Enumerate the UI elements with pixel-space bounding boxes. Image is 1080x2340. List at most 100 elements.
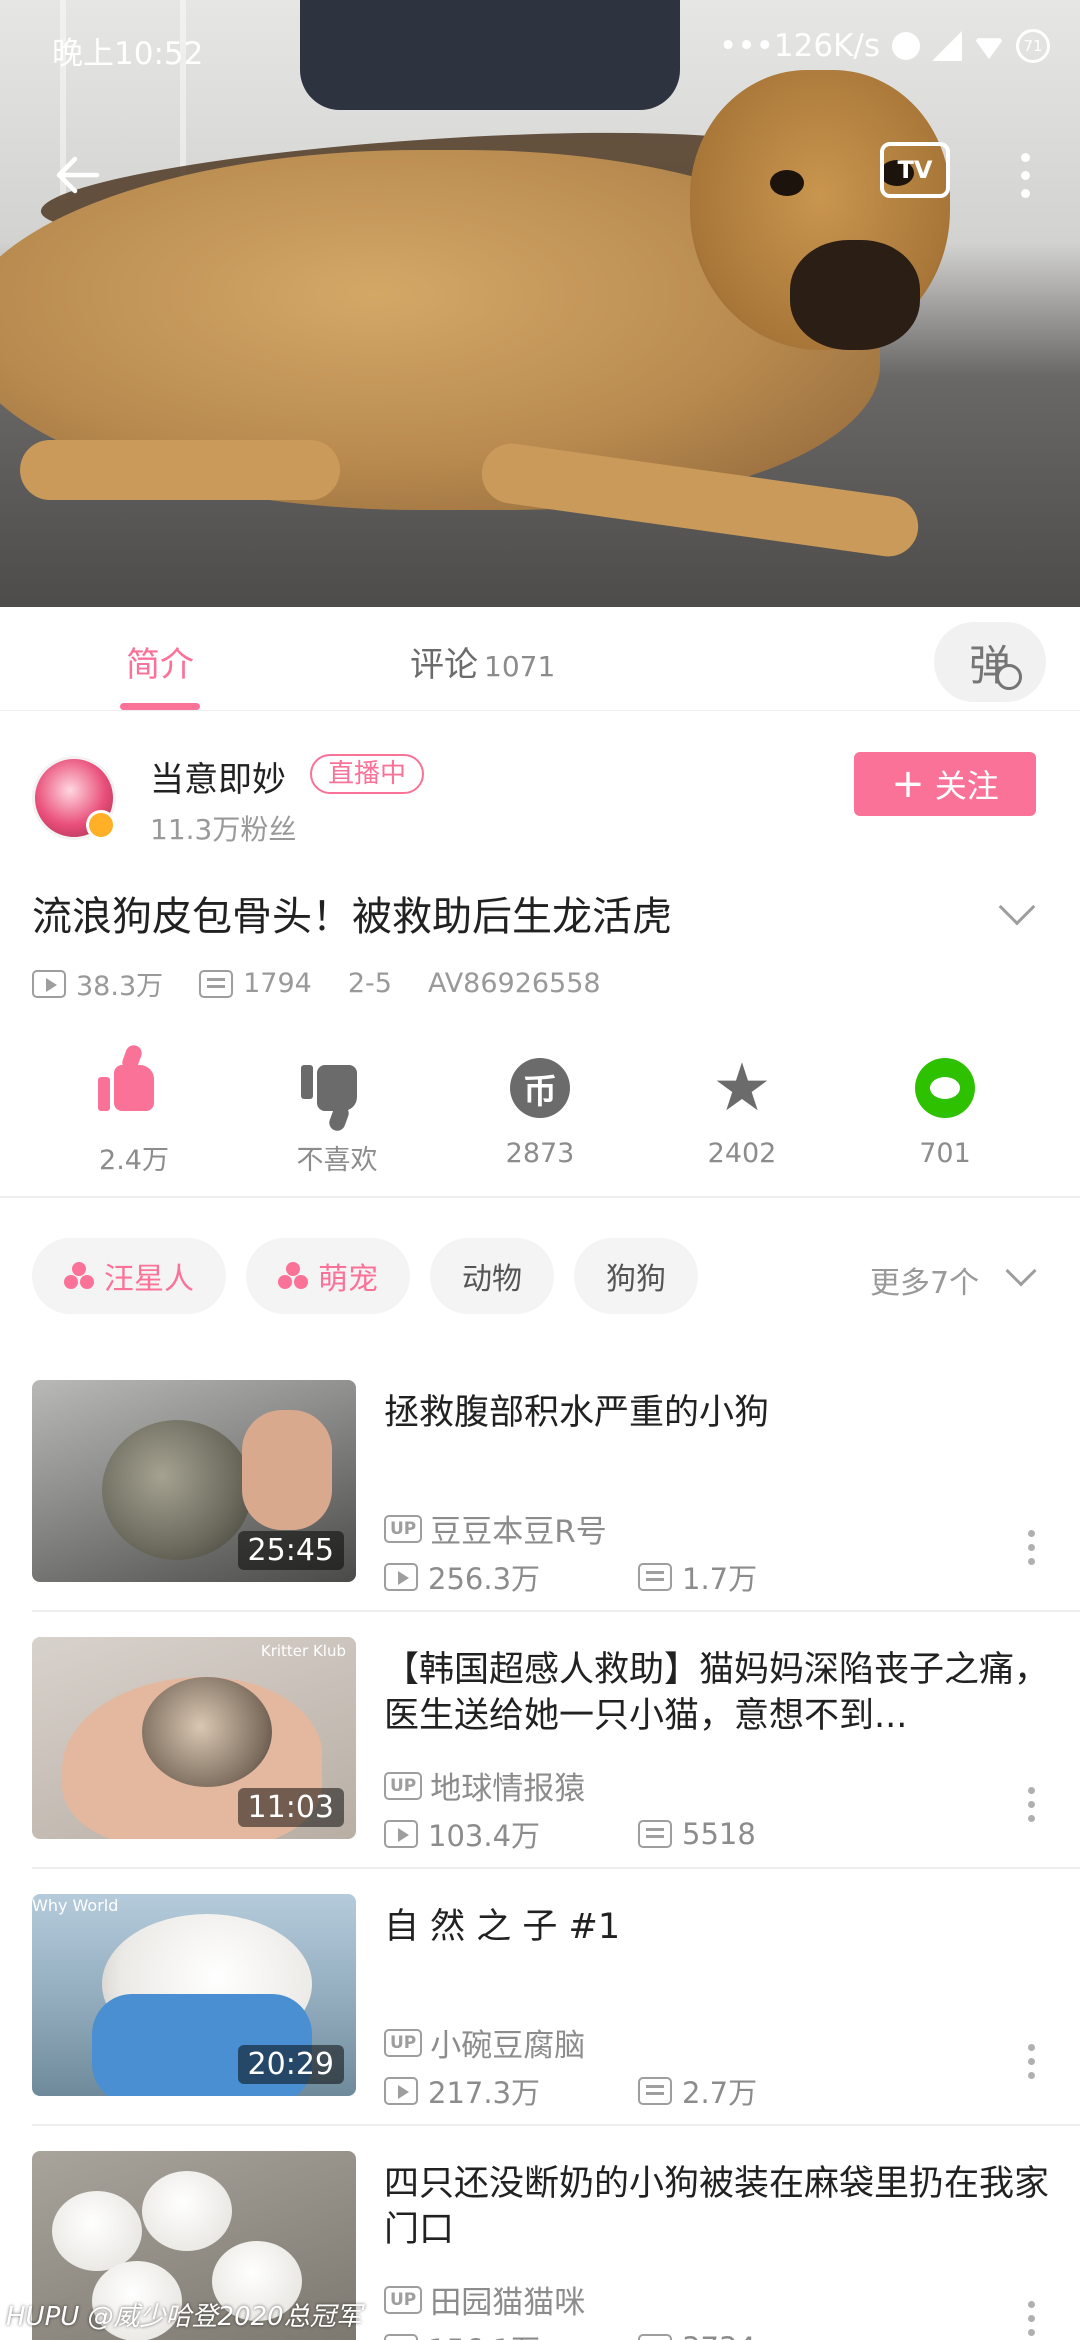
cast-to-tv-button[interactable]: TV <box>880 142 950 198</box>
favorite-count: 2402 <box>707 1138 777 1169</box>
play-count-icon <box>384 1820 418 1848</box>
related-uploader[interactable]: UP 小碗豆腐脑 <box>384 2020 585 2065</box>
tag-chip[interactable]: 汪星人 <box>32 1238 226 1314</box>
video-thumbnail[interactable]: Kritter Klub 11:03 <box>32 1637 356 1839</box>
related-danmaku: 3734 <box>638 2331 756 2340</box>
danmaku-count-icon <box>638 2077 672 2105</box>
related-title[interactable]: 四只还没断奶的小狗被装在麻袋里扔在我家门口 <box>384 2161 1054 2253</box>
related-video-item[interactable]: Why World 20:29 自 然 之 子 #1 UP 小碗豆腐脑 217.3… <box>0 1894 1080 2150</box>
video-duration: 25:45 <box>237 1531 344 1570</box>
tag-label: 动物 <box>462 1262 522 1297</box>
share-button[interactable]: 701 <box>870 1050 1020 1169</box>
fans-icon <box>278 1262 308 1290</box>
video-stats: 38.3万 1794 2-5 AV86926558 <box>32 964 637 1003</box>
coin-button[interactable]: 币 2873 <box>465 1050 615 1169</box>
video-thumbnail[interactable]: 25:45 <box>32 1380 356 1582</box>
related-title[interactable]: 自 然 之 子 #1 <box>384 1904 1054 1950</box>
tag-chip[interactable]: 动物 <box>430 1238 554 1314</box>
danmaku-value: 1794 <box>243 968 312 999</box>
thumbs-down-icon <box>301 1065 357 1111</box>
thumbnail-watermark: Why World <box>32 1896 119 1915</box>
dot-icon <box>1020 152 1030 162</box>
related-uploader-name: 豆豆本豆R号 <box>430 1514 607 1550</box>
back-button[interactable] <box>42 140 112 210</box>
like-icon-wrap <box>98 1056 166 1120</box>
video-duration: 20:29 <box>237 2045 344 2084</box>
related-danmaku: 5518 <box>638 1817 756 1851</box>
related-uploader[interactable]: UP 地球情报猿 <box>384 1763 585 1808</box>
network-speed: •••126K/s <box>719 28 880 64</box>
danmaku-off-icon <box>996 664 1022 690</box>
more-vertical-icon[interactable] <box>1016 1530 1046 1580</box>
related-uploader[interactable]: UP 田园猫猫咪 <box>384 2277 585 2322</box>
coin-icon-wrap: 币 <box>508 1056 572 1120</box>
list-divider <box>32 1610 1080 1612</box>
tag-chip[interactable]: 萌宠 <box>246 1238 410 1314</box>
danmaku-stat: 1794 <box>199 968 312 999</box>
thumbnail-kitten <box>142 1677 272 1787</box>
video-thumbnail[interactable]: Why World 20:29 <box>32 1894 356 2096</box>
action-bar: 2.4万 不喜欢 币 2873 ★ 2402 701 <box>0 1050 1080 1198</box>
related-uploader[interactable]: UP 豆豆本豆R号 <box>384 1506 607 1551</box>
related-video-item[interactable]: 25:45 拯救腹部积水严重的小狗 UP 豆豆本豆R号 256.3万 1.7万 <box>0 1380 1080 1636</box>
video-dog-snout <box>790 240 920 350</box>
fans-icon <box>64 1262 94 1290</box>
uploader-name[interactable]: 当意即妙 <box>150 752 286 801</box>
tag-chip[interactable]: 狗狗 <box>574 1238 698 1314</box>
tab-comments[interactable]: 评论 1071 <box>410 637 555 686</box>
chevron-down-icon[interactable] <box>998 888 1036 926</box>
follow-button[interactable]: + 关注 <box>854 752 1036 816</box>
dislike-button[interactable]: 不喜欢 <box>262 1050 412 1177</box>
section-divider <box>0 1196 1080 1198</box>
related-stats: 156.1万 3734 <box>384 2327 756 2340</box>
related-danmaku-value: 2.7万 <box>682 2076 758 2110</box>
tab-intro[interactable]: 简介 <box>126 637 194 686</box>
like-button[interactable]: 2.4万 <box>59 1050 209 1177</box>
share-icon-wrap <box>913 1056 977 1120</box>
danmaku-count-icon <box>638 1820 672 1848</box>
related-title[interactable]: 拯救腹部积水严重的小狗 <box>384 1390 1054 1436</box>
coin-icon: 币 <box>510 1058 570 1118</box>
thumbnail-watermark: Kritter Klub <box>260 1642 346 1660</box>
play-count-icon <box>384 2334 418 2340</box>
related-danmaku-value: 3734 <box>682 2331 756 2340</box>
plus-icon: + <box>891 761 925 807</box>
tab-comments-label: 评论 <box>410 645 478 685</box>
up-icon: UP <box>384 1514 423 1543</box>
related-views: 156.1万 <box>384 2327 638 2340</box>
thumbnail-puppy <box>142 2171 232 2251</box>
favorite-button[interactable]: ★ 2402 <box>667 1050 817 1170</box>
video-dog-eye <box>770 170 804 196</box>
verified-badge-icon <box>86 810 116 840</box>
share-count: 701 <box>919 1138 971 1169</box>
live-badge[interactable]: 直播中 <box>310 754 425 794</box>
coin-count: 2873 <box>505 1138 575 1169</box>
image-watermark: HUPU @威少哈登2020总冠军 <box>6 2302 362 2332</box>
more-tags-button[interactable]: 更多7个 <box>870 1258 979 1302</box>
battery-icon: 71 <box>1016 29 1050 63</box>
dot-icon <box>1020 188 1030 198</box>
favorite-icon-wrap: ★ <box>710 1055 774 1121</box>
related-views-value: 103.4万 <box>428 1819 541 1853</box>
video-title: 流浪狗皮包骨头！被救助后生龙活虎 <box>32 894 672 940</box>
av-id: AV86926558 <box>427 968 601 999</box>
cell-signal-icon <box>932 31 962 61</box>
related-title[interactable]: 【韩国超感人救助】猫妈妈深陷丧子之痛，医生送给她一只小猫，意想不到... <box>384 1647 1054 1739</box>
more-vertical-icon[interactable] <box>1016 2301 1046 2340</box>
tv-icon: TV <box>897 156 933 184</box>
tab-comments-count: 1071 <box>484 650 556 683</box>
related-uploader-name: 小碗豆腐脑 <box>430 2028 586 2064</box>
chevron-down-icon[interactable] <box>1005 1255 1037 1287</box>
danmaku-toggle-button[interactable]: 弹 <box>934 622 1046 702</box>
related-video-item[interactable]: Kritter Klub 11:03 【韩国超感人救助】猫妈妈深陷丧子之痛，医生… <box>0 1637 1080 1893</box>
more-options-button[interactable] <box>990 140 1060 210</box>
play-count-icon <box>32 969 66 998</box>
play-count-icon <box>384 1563 418 1591</box>
wechat-bubble-icon <box>930 1077 960 1099</box>
more-vertical-icon[interactable] <box>1016 1787 1046 1837</box>
related-views-value: 156.1万 <box>428 2327 540 2340</box>
more-vertical-icon[interactable] <box>1016 2044 1046 2094</box>
tag-label: 汪星人 <box>104 1262 194 1297</box>
video-player[interactable]: 晚上10:52 •••126K/s 71 TV <box>0 0 1080 607</box>
up-icon: UP <box>384 1771 423 1800</box>
